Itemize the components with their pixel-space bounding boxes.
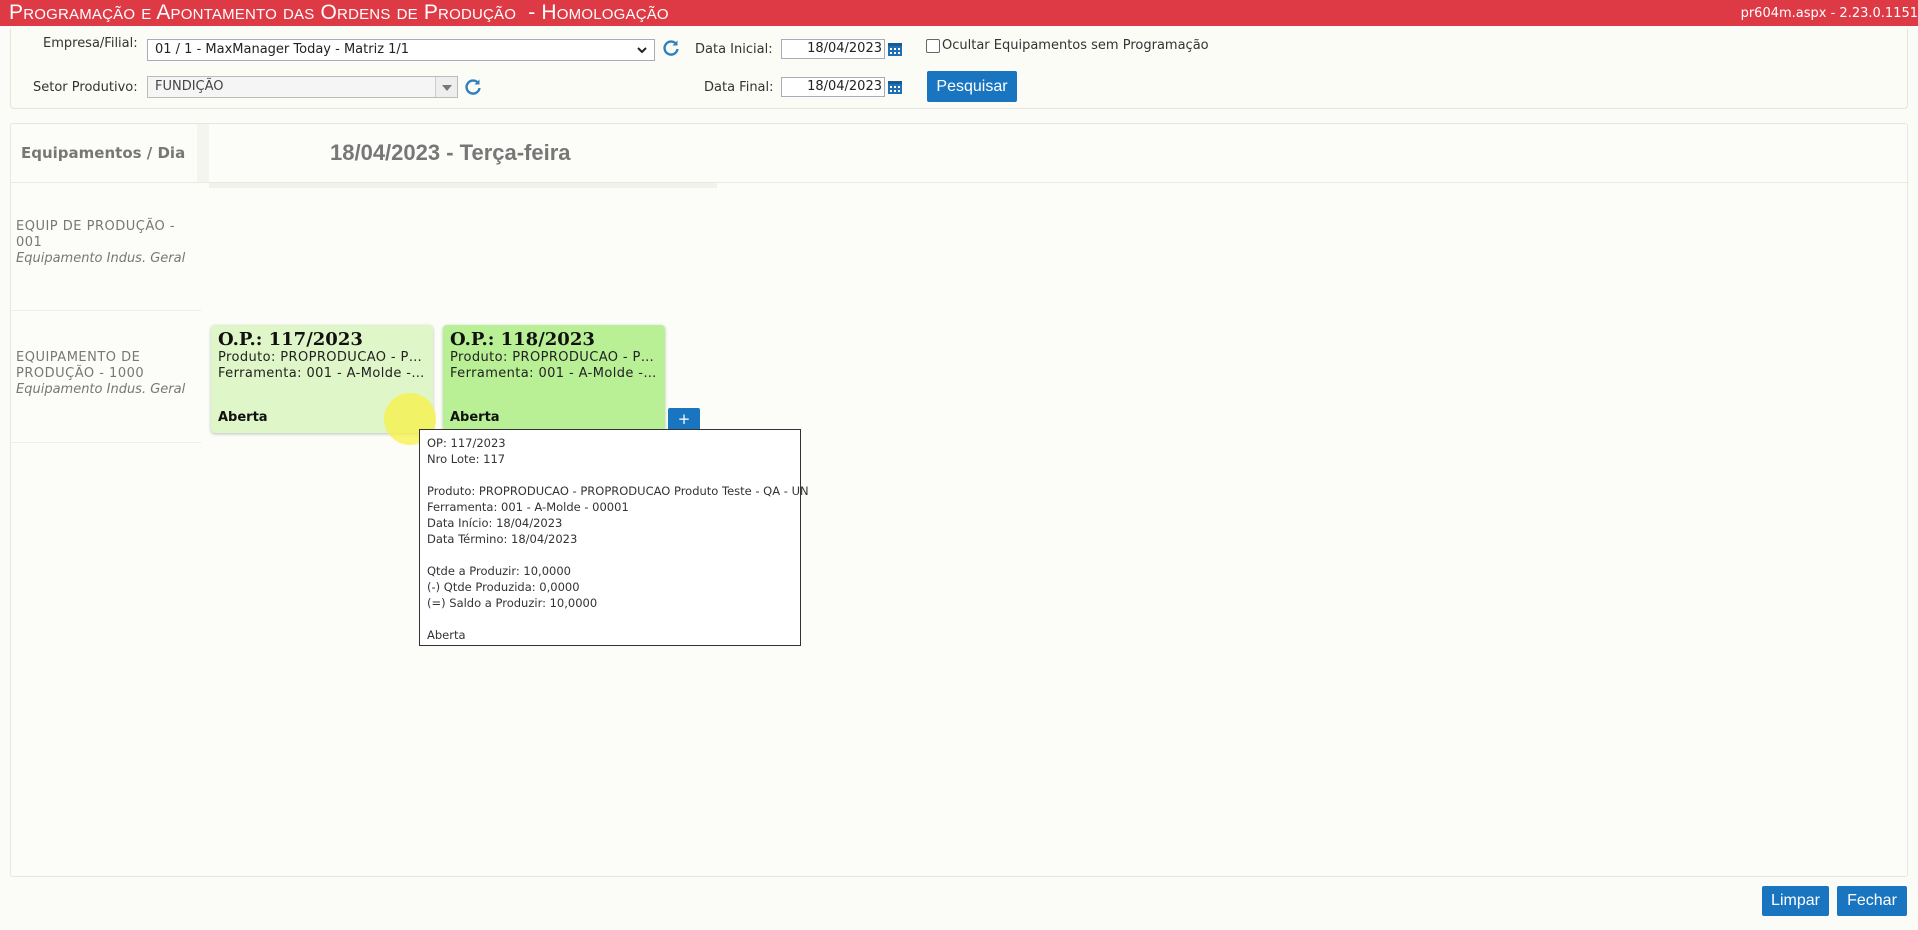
setor-select[interactable]: FUNDIÇÃO bbox=[147, 76, 458, 98]
refresh-empresa-icon[interactable] bbox=[661, 38, 681, 58]
op-status: Aberta bbox=[450, 410, 500, 425]
tooltip-op: OP: 117/2023 bbox=[427, 436, 506, 450]
day-header: 18/04/2023 - Terça-feira bbox=[330, 140, 571, 165]
tooltip-saldo: (=) Saldo a Produzir: 10,0000 bbox=[427, 596, 598, 610]
header-shadow bbox=[209, 183, 717, 188]
row-divider bbox=[11, 310, 201, 311]
chevron-down-icon bbox=[634, 40, 650, 60]
fechar-button[interactable]: Fechar bbox=[1837, 886, 1907, 916]
window-title: Programação e Apontamento das Ordens de … bbox=[9, 1, 669, 24]
title-bar: Programação e Apontamento das Ordens de … bbox=[0, 0, 1918, 26]
pesquisar-button[interactable]: Pesquisar bbox=[927, 71, 1017, 102]
calendar-icon[interactable] bbox=[887, 41, 903, 57]
equipment-type: Equipamento Indus. Geral bbox=[16, 382, 186, 397]
setor-label: Setor Produtivo: bbox=[33, 80, 138, 95]
tooltip-data-inicio: Data Início: 18/04/2023 bbox=[427, 516, 563, 530]
tooltip-data-termino: Data Término: 18/04/2023 bbox=[427, 532, 578, 546]
op-number: O.P.: 117/2023 bbox=[218, 329, 363, 350]
equipment-type: Equipamento Indus. Geral bbox=[16, 251, 186, 266]
empresa-label: Empresa/Filial: bbox=[43, 36, 138, 51]
row-divider bbox=[11, 442, 201, 443]
tooltip-ferramenta: Ferramenta: 001 - A-Molde - 00001 bbox=[427, 500, 629, 514]
op-ferramenta: Ferramenta: 001 - A-Molde - 00001 bbox=[218, 366, 426, 381]
plus-icon: + bbox=[677, 410, 691, 428]
data-final-label: Data Final: bbox=[704, 80, 774, 95]
equipment-name: EQUIPAMENTO DE PRODUÇÃO - 1000 bbox=[16, 350, 145, 381]
calendar-icon[interactable] bbox=[887, 79, 903, 95]
empresa-select[interactable]: 01 / 1 - MaxManager Today - Matriz 1/1 bbox=[147, 39, 655, 61]
tooltip-produto: Produto: PROPRODUCAO - PROPRODUCAO Produ… bbox=[427, 484, 809, 498]
op-produto: Produto: PROPRODUCAO - PROPRODUCAO Produ… bbox=[218, 350, 426, 365]
schedule-board: Equipamentos / Dia 18/04/2023 - Terça-fe… bbox=[10, 123, 1909, 877]
equipment-row-2: EQUIPAMENTO DE PRODUÇÃO - 1000 Equipamen… bbox=[16, 350, 201, 398]
tooltip-lote: Nro Lote: 117 bbox=[427, 452, 506, 466]
ocultar-checkbox[interactable] bbox=[926, 39, 940, 53]
data-inicial-input[interactable]: 18/04/2023 bbox=[781, 39, 885, 59]
tooltip-qtde-produzir: Qtde a Produzir: 10,0000 bbox=[427, 564, 571, 578]
equipment-name: EQUIP DE PRODUÇÃO - 001 bbox=[16, 219, 176, 250]
limpar-button[interactable]: Limpar bbox=[1762, 886, 1829, 916]
equipment-row-1: EQUIP DE PRODUÇÃO - 001 Equipamento Indu… bbox=[16, 219, 201, 267]
empresa-value: 01 / 1 - MaxManager Today - Matriz 1/1 bbox=[155, 42, 410, 57]
equipments-day-header: Equipamentos / Dia bbox=[21, 144, 186, 162]
tooltip-qtde-produzida: (-) Qtde Produzida: 0,0000 bbox=[427, 580, 580, 594]
op-status: Aberta bbox=[218, 410, 268, 425]
op-ferramenta: Ferramenta: 001 - A-Molde - 00001 bbox=[450, 366, 658, 381]
op-number: O.P.: 118/2023 bbox=[450, 329, 595, 350]
data-inicial-label: Data Inicial: bbox=[695, 42, 773, 57]
dropdown-arrow-icon bbox=[435, 77, 457, 97]
tooltip-status: Aberta bbox=[427, 628, 466, 642]
version-label: pr604m.aspx - 2.23.0.1151 bbox=[1740, 6, 1918, 21]
header-divider bbox=[197, 124, 209, 182]
filter-panel: Empresa/Filial: 01 / 1 - MaxManager Toda… bbox=[10, 29, 1908, 109]
ocultar-label: Ocultar Equipamentos sem Programação bbox=[942, 38, 1209, 53]
data-final-input[interactable]: 18/04/2023 bbox=[781, 77, 885, 97]
refresh-setor-icon[interactable] bbox=[463, 77, 483, 97]
op-produto: Produto: PROPRODUCAO - PROPRODUCAO Produ… bbox=[450, 350, 658, 365]
op-tooltip: OP: 117/2023 Nro Lote: 117 Produto: PROP… bbox=[419, 429, 809, 646]
setor-value: FUNDIÇÃO bbox=[155, 79, 224, 94]
op-card-118[interactable]: O.P.: 118/2023 Produto: PROPRODUCAO - PR… bbox=[443, 325, 665, 433]
